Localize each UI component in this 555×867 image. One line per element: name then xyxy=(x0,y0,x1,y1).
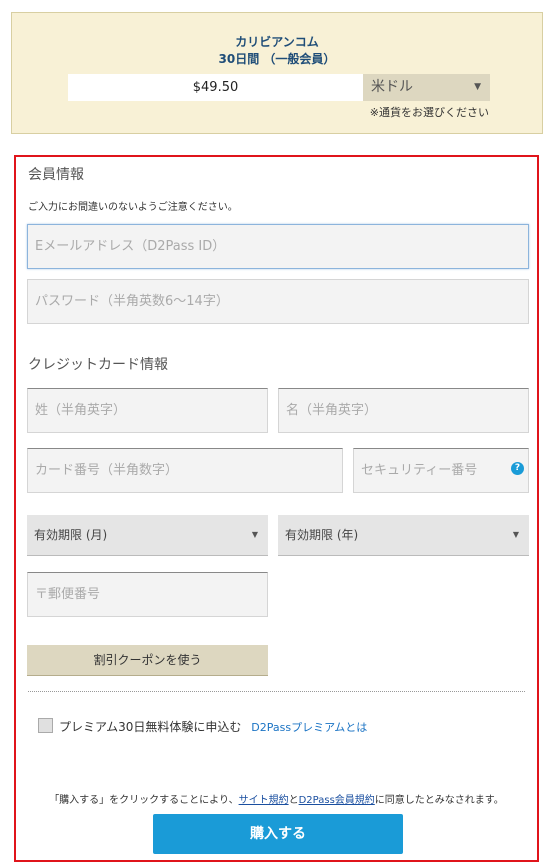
purchase-button[interactable]: 購入する xyxy=(153,814,403,854)
terms-mid: と xyxy=(288,795,299,806)
premium-trial-label: プレミアム30日無料体験に申込む D2Passプレミアムとは xyxy=(59,718,367,735)
terms-notice: 「購入する」をクリックすることにより、サイト規約とD2Pass会員規約に同意した… xyxy=(16,791,537,806)
first-name-input[interactable]: 名（半角英字） xyxy=(278,388,529,433)
question-icon[interactable]: ? xyxy=(511,462,524,475)
expiry-year-value: 有効期限 (年) xyxy=(285,528,359,542)
premium-trial-text: プレミアム30日無料体験に申込む xyxy=(59,720,242,734)
card-number-input[interactable]: カード番号（半角数字） xyxy=(27,448,343,493)
chevron-down-icon: ▼ xyxy=(474,82,481,92)
price-display: $49.50 xyxy=(68,74,363,101)
expiry-year-select[interactable]: 有効期限 (年) ▼ xyxy=(278,515,529,556)
card-info-title: クレジットカード情報 xyxy=(28,357,168,373)
input-caution-note: ご入力にお間違いのないようご注意ください。 xyxy=(28,202,238,213)
postal-code-input[interactable]: 〒郵便番号 xyxy=(27,572,268,617)
site-terms-link[interactable]: サイト規約 xyxy=(239,795,289,806)
d2pass-terms-link[interactable]: D2Pass会員規約 xyxy=(299,795,375,806)
currency-select[interactable]: 米ドル ▼ xyxy=(363,74,490,101)
terms-suffix: に同意したとみなされます。 xyxy=(374,795,504,806)
member-info-title: 会員情報 xyxy=(28,167,84,183)
security-code-placeholder: セキュリティー番号 xyxy=(361,463,478,478)
expiry-month-select[interactable]: 有効期限 (月) ▼ xyxy=(27,515,268,556)
coupon-button[interactable]: 割引クーポンを使う xyxy=(27,645,268,676)
purchase-form: 会員情報 ご入力にお間違いのないようご注意ください。 Eメールアドレス（D2Pa… xyxy=(14,155,539,862)
plan-name: 30日間 （一般会員） xyxy=(218,52,336,66)
security-code-input[interactable]: セキュリティー番号 xyxy=(353,448,529,493)
email-input[interactable]: Eメールアドレス（D2Pass ID） xyxy=(27,224,529,269)
chevron-down-icon: ▼ xyxy=(512,530,519,539)
premium-info-link[interactable]: D2Passプレミアムとは xyxy=(251,721,367,734)
divider xyxy=(28,691,525,692)
last-name-input[interactable]: 姓（半角英字） xyxy=(27,388,268,433)
currency-value: 米ドル xyxy=(371,79,413,95)
order-summary: カリビアンコム 30日間 （一般会員） $49.50 米ドル ▼ ※通貨をお選び… xyxy=(11,12,543,134)
password-input[interactable]: パスワード（半角英数6〜14字） xyxy=(27,279,529,324)
terms-prefix: 「購入する」をクリックすることにより、 xyxy=(49,795,239,806)
premium-trial-checkbox[interactable] xyxy=(38,718,53,733)
chevron-down-icon: ▼ xyxy=(251,530,258,539)
site-name: カリビアンコム xyxy=(235,35,319,49)
expiry-month-value: 有効期限 (月) xyxy=(34,528,108,542)
currency-note: ※通貨をお選びください xyxy=(369,106,489,119)
